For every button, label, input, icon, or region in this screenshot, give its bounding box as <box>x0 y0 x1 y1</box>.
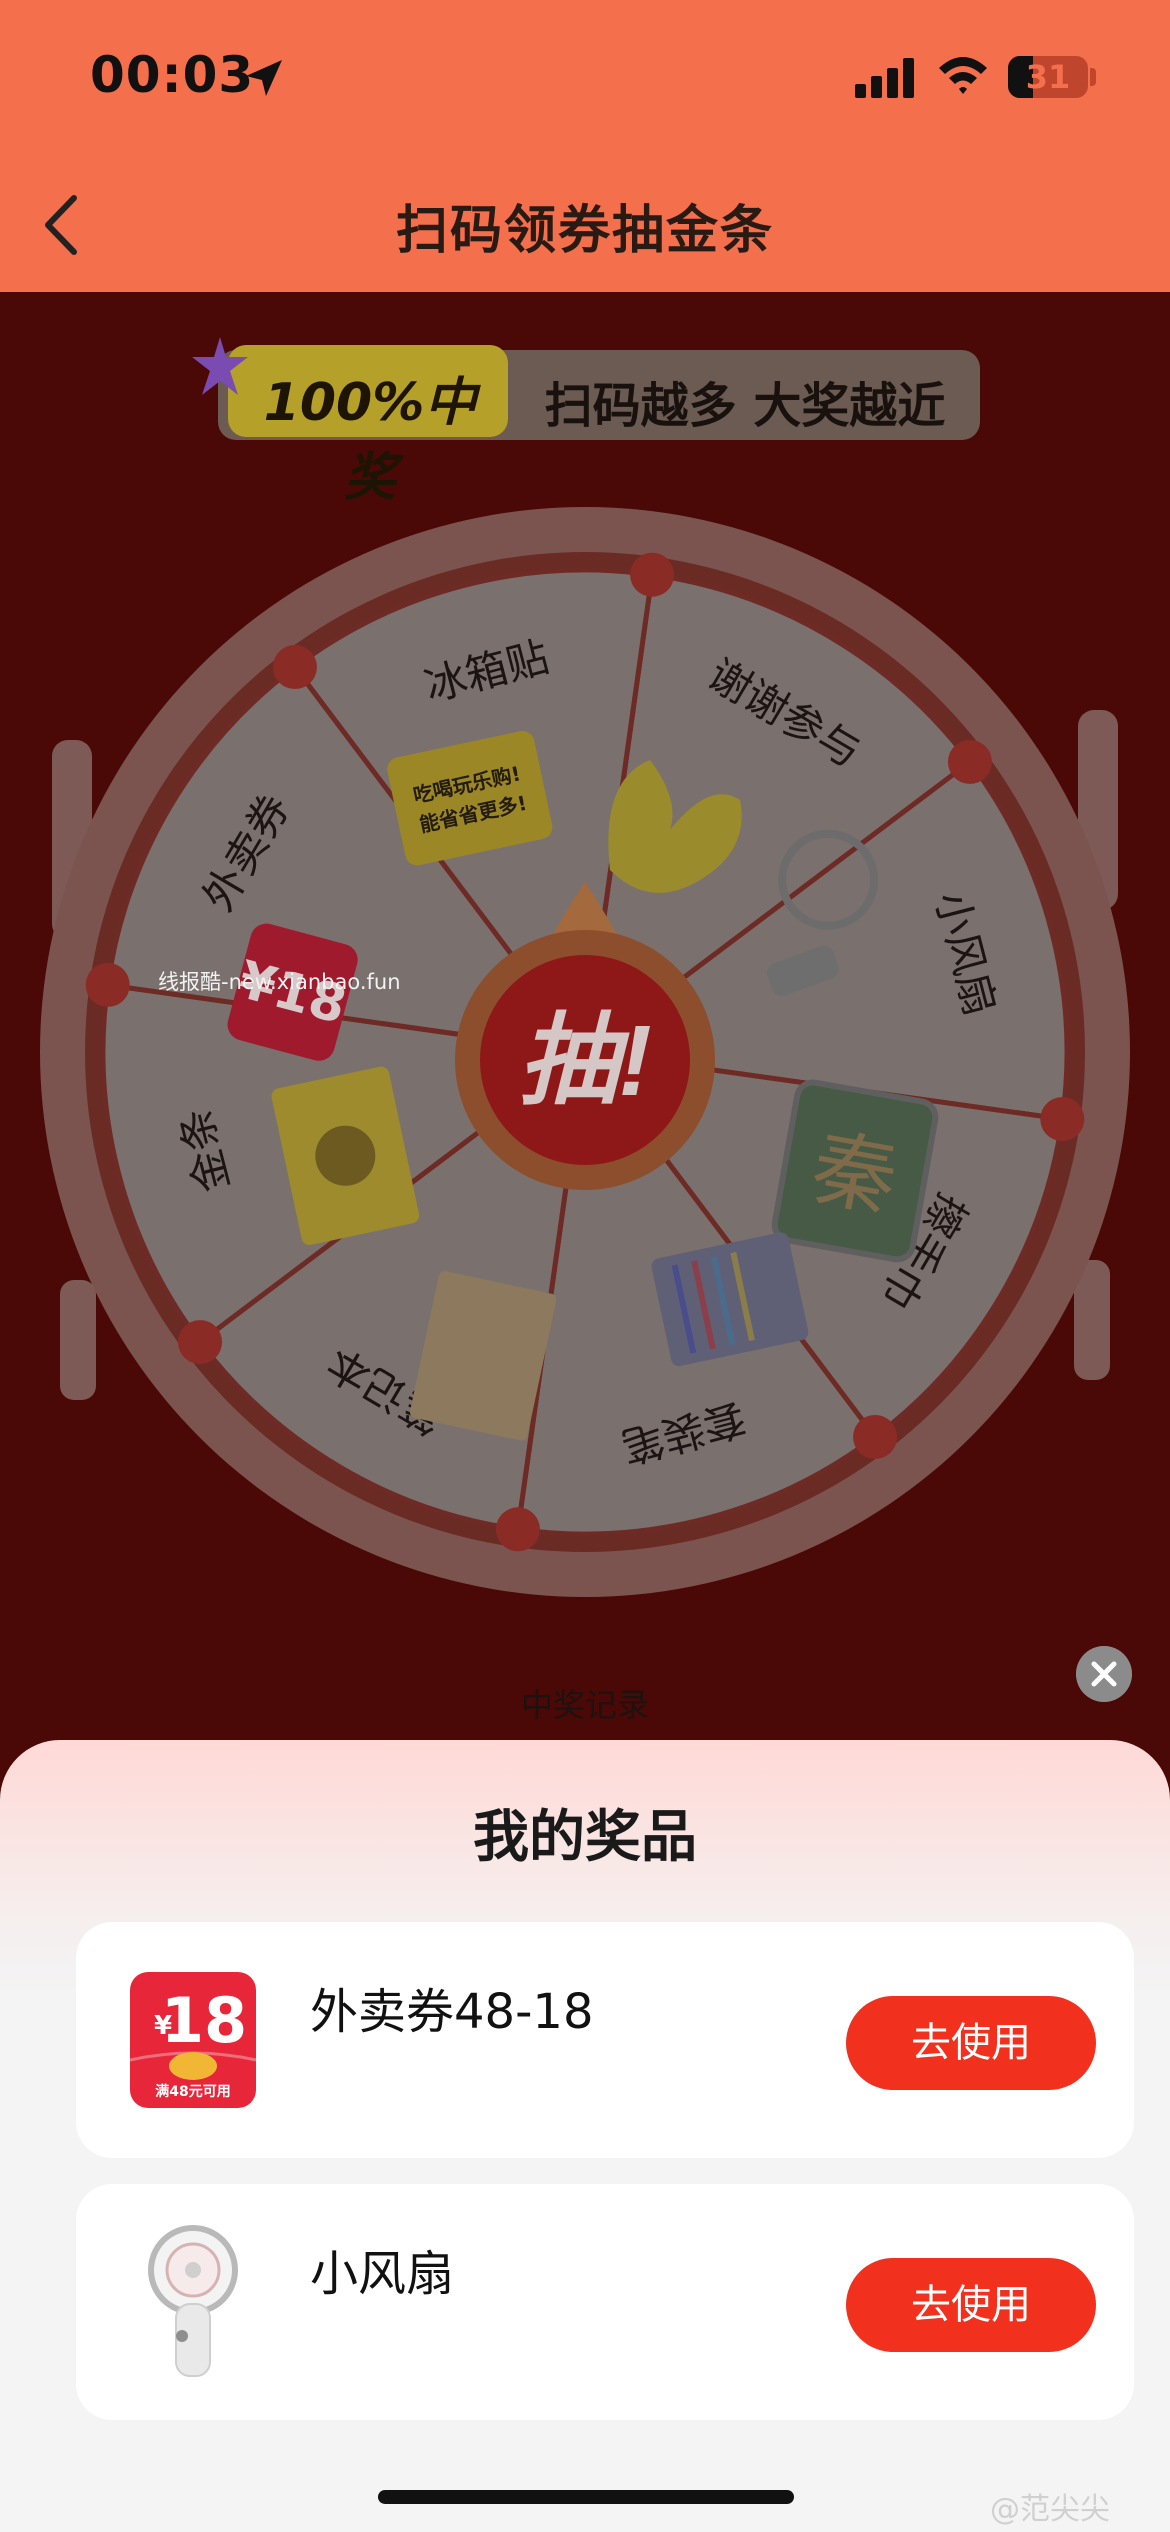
signal-icon <box>855 58 915 98</box>
location-arrow-icon <box>246 60 282 96</box>
fan-thumbnail <box>130 2222 256 2377</box>
weibo-watermark: @范尖尖 <box>990 2492 1110 2527</box>
prize-name: 小风扇 <box>310 2246 455 2302</box>
prize-name: 外卖券48-18 <box>310 1984 594 2040</box>
wheel-rim-dot <box>495 1507 540 1552</box>
coupon-amount: 18 <box>161 1984 247 2057</box>
page-title: 扫码领券抽金条 <box>395 201 774 261</box>
watermark-text: 线报酷-new.xianbao.fun <box>158 970 401 994</box>
wheel-rim-dot <box>85 962 130 1007</box>
prize-art-towel: 秦 <box>771 1079 939 1263</box>
wheel-handle-left-lower <box>60 1280 96 1400</box>
win-record-link[interactable]: 中奖记录 <box>0 1680 1170 1726</box>
coupon-condition: 满48元可用 <box>155 2083 230 2100</box>
wheel-rim-dot <box>630 552 675 597</box>
wheel-rim-dot <box>178 1320 223 1365</box>
use-fan-button[interactable]: 去使用 <box>846 2258 1096 2352</box>
wheel-rim-dot <box>853 1414 898 1459</box>
prize-wheel: 谢谢参与 小风扇 擦手巾 套装笔 笔记本 金条 外卖券 冰箱贴 秦 ¥18 吃喝… <box>0 500 1170 1640</box>
use-coupon-button[interactable]: 去使用 <box>846 1996 1096 2090</box>
wheel-rim-dot <box>272 645 317 690</box>
home-indicator <box>378 2490 794 2504</box>
spin-button-label: 抽! <box>518 1005 651 1117</box>
coupon-thumbnail: ¥ 18 满48元可用 <box>129 1972 257 2112</box>
battery-icon: 31 <box>1008 56 1088 98</box>
sheet-title: 我的奖品 <box>473 1805 697 1870</box>
wheel-rim-dot <box>1040 1097 1085 1142</box>
svg-text:秦: 秦 <box>805 1122 904 1228</box>
status-time: 00:03 <box>90 46 255 104</box>
battery-percent: 31 <box>1025 58 1071 96</box>
wheel-rim-dot <box>947 739 992 784</box>
banner-slogan: 扫码越多 大奖越近 <box>544 378 946 434</box>
battery-nub <box>1090 68 1096 86</box>
banner-win-text: 100%中奖 <box>263 373 477 508</box>
wifi-icon <box>939 57 987 94</box>
